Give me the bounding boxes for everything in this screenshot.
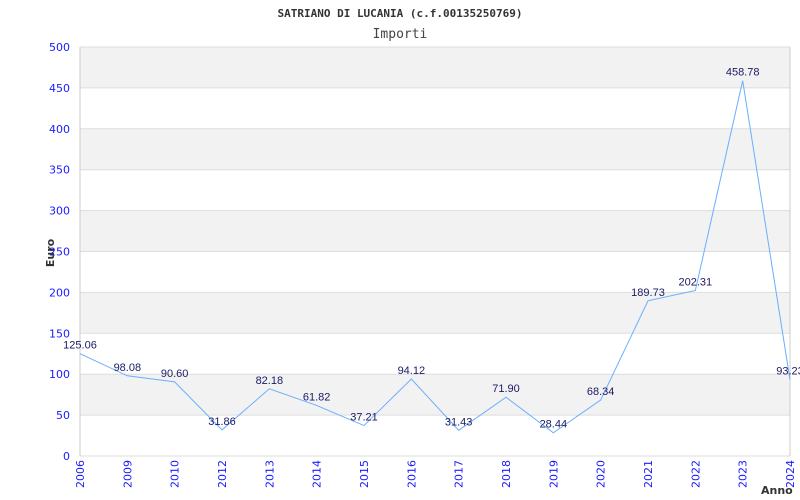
line-chart: SATRIANO DI LUCANIA (c.f.00135250769) Im… bbox=[44, 7, 800, 497]
x-tick-label: 2009 bbox=[121, 460, 134, 488]
data-label: 61.82 bbox=[303, 391, 331, 403]
y-tick-label: 500 bbox=[49, 41, 70, 54]
y-tick-label: 400 bbox=[49, 123, 70, 136]
chart-subtitle: Importi bbox=[373, 27, 428, 42]
data-label: 458.78 bbox=[726, 67, 760, 79]
y-tick-label: 100 bbox=[49, 368, 70, 381]
data-label: 90.60 bbox=[161, 368, 189, 380]
y-tick-label: 300 bbox=[49, 205, 70, 218]
x-tick-label: 2012 bbox=[216, 460, 229, 488]
data-label: 98.08 bbox=[114, 362, 142, 374]
x-tick-label: 2019 bbox=[547, 460, 560, 488]
y-axis-label: Euro bbox=[44, 238, 57, 267]
y-tick-label: 0 bbox=[63, 450, 70, 463]
grid-band bbox=[80, 415, 790, 456]
y-tick-label: 450 bbox=[49, 82, 70, 95]
data-label: 31.86 bbox=[208, 416, 236, 428]
chart-title: SATRIANO DI LUCANIA (c.f.00135250769) bbox=[277, 7, 522, 20]
data-label: 82.18 bbox=[256, 375, 284, 387]
data-label: 189.73 bbox=[631, 287, 665, 299]
x-axis-label: Anno bbox=[761, 484, 793, 497]
x-tick-label: 2013 bbox=[263, 460, 276, 488]
y-tick-label: 150 bbox=[49, 327, 70, 340]
x-tick-label: 2018 bbox=[500, 460, 513, 488]
grid-band bbox=[80, 128, 790, 170]
data-label: 37.21 bbox=[350, 412, 378, 424]
x-tick-label: 2016 bbox=[405, 460, 418, 488]
data-label: 71.90 bbox=[492, 383, 520, 395]
x-tick-label: 2010 bbox=[169, 460, 182, 488]
x-tick-label: 2017 bbox=[453, 460, 466, 488]
grid-band bbox=[80, 169, 790, 211]
data-label: 28.44 bbox=[540, 419, 568, 431]
y-tick-label: 350 bbox=[49, 164, 70, 177]
y-tick-label: 200 bbox=[49, 286, 70, 299]
data-label: 31.43 bbox=[445, 416, 473, 428]
x-tick-label: 2023 bbox=[737, 460, 750, 488]
data-label: 202.31 bbox=[679, 277, 713, 289]
x-tick-label: 2015 bbox=[358, 460, 371, 488]
data-label: 93.23 bbox=[776, 366, 800, 378]
x-tick-label: 2014 bbox=[311, 460, 324, 488]
data-label: 125.06 bbox=[63, 340, 97, 352]
y-tick-label: 50 bbox=[56, 409, 70, 422]
data-label: 94.12 bbox=[398, 365, 426, 377]
x-tick-label: 2021 bbox=[642, 460, 655, 488]
grid-band bbox=[80, 292, 790, 334]
grid-band bbox=[80, 47, 790, 88]
grid-band bbox=[80, 210, 790, 252]
data-label: 68.34 bbox=[587, 386, 615, 398]
grid-band bbox=[80, 374, 790, 416]
grid-band bbox=[80, 87, 790, 129]
x-tick-label: 2006 bbox=[74, 460, 87, 488]
x-tick-label: 2022 bbox=[689, 460, 702, 488]
x-tick-label: 2020 bbox=[595, 460, 608, 488]
